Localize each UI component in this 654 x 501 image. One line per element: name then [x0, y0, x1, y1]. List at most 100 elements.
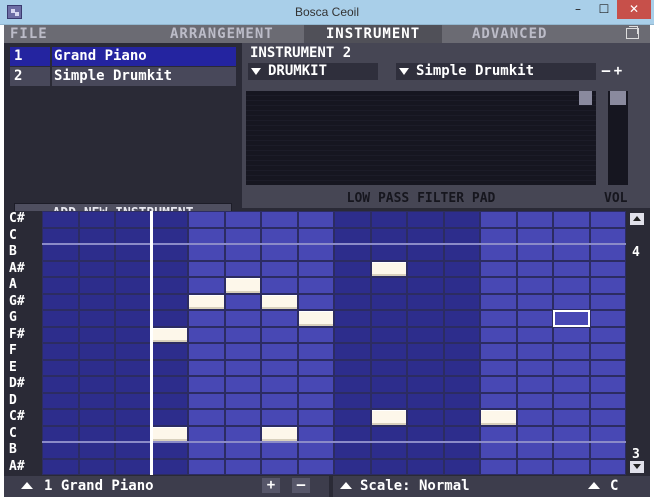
grid-cell[interactable] [517, 294, 552, 309]
grid-cell[interactable] [517, 410, 552, 425]
grid-cell[interactable] [444, 212, 479, 227]
grid-cell[interactable] [590, 459, 625, 474]
note-block[interactable] [152, 426, 187, 441]
grid-cell[interactable] [152, 278, 187, 293]
instrument-type-dropdown[interactable]: DRUMKIT [248, 63, 378, 80]
grid-cell[interactable] [481, 311, 516, 326]
grid-cell[interactable] [116, 426, 151, 441]
menu-instrument[interactable]: INSTRUMENT [304, 25, 442, 43]
grid-cell[interactable] [554, 426, 589, 441]
grid-cell[interactable] [262, 212, 297, 227]
grid-cell[interactable] [590, 278, 625, 293]
grid-cell[interactable] [481, 278, 516, 293]
grid-cell[interactable] [590, 228, 625, 243]
grid-cell[interactable] [43, 443, 78, 458]
grid-cell[interactable] [335, 377, 370, 392]
grid-cell[interactable] [481, 327, 516, 342]
grid-cell[interactable] [189, 327, 224, 342]
grid-cell[interactable] [79, 426, 114, 441]
volume-slider[interactable] [608, 91, 628, 185]
grid-cell[interactable] [152, 443, 187, 458]
grid-cell[interactable] [554, 393, 589, 408]
grid-cell[interactable] [262, 311, 297, 326]
grid-cell[interactable] [554, 212, 589, 227]
grid-cell[interactable] [152, 294, 187, 309]
grid-cell[interactable] [408, 294, 443, 309]
grid-cell[interactable] [298, 360, 333, 375]
grid-cell[interactable] [335, 410, 370, 425]
grid-cell[interactable] [79, 311, 114, 326]
grid-cell[interactable] [371, 344, 406, 359]
grid-cell[interactable] [152, 459, 187, 474]
grid-cell[interactable] [335, 278, 370, 293]
grid-cell[interactable] [517, 212, 552, 227]
grid-cell[interactable] [444, 360, 479, 375]
note-block[interactable] [225, 278, 260, 293]
grid-cell[interactable] [444, 443, 479, 458]
grid-cell[interactable] [371, 393, 406, 408]
grid-cell[interactable] [590, 426, 625, 441]
grid-cell[interactable] [152, 360, 187, 375]
grid-cell[interactable] [116, 228, 151, 243]
grid-cell[interactable] [408, 443, 443, 458]
grid-cell[interactable] [262, 443, 297, 458]
grid-cell[interactable] [481, 459, 516, 474]
grid-cell[interactable] [408, 360, 443, 375]
grid-cell[interactable] [298, 443, 333, 458]
grid-cell[interactable] [262, 278, 297, 293]
grid-cell[interactable] [481, 360, 516, 375]
grid-cell[interactable] [43, 327, 78, 342]
grid-cell[interactable] [262, 344, 297, 359]
grid-cell[interactable] [408, 426, 443, 441]
grid-cell[interactable] [225, 294, 260, 309]
grid-cell[interactable] [116, 459, 151, 474]
grid-cell[interactable] [262, 377, 297, 392]
grid-cell[interactable] [189, 459, 224, 474]
grid-cell[interactable] [444, 278, 479, 293]
pattern-length-decrease-button[interactable]: – [292, 478, 310, 493]
grid-cell[interactable] [116, 344, 151, 359]
grid-cell[interactable] [225, 393, 260, 408]
grid-cell[interactable] [189, 426, 224, 441]
grid-cell[interactable] [371, 294, 406, 309]
grid-cell[interactable] [371, 212, 406, 227]
note-block[interactable] [152, 327, 187, 342]
instrument-item-2[interactable]: 2 Simple Drumkit [10, 67, 236, 86]
grid-cell[interactable] [298, 410, 333, 425]
grid-cell[interactable] [481, 245, 516, 260]
grid-cell[interactable] [189, 393, 224, 408]
grid-cell[interactable] [152, 228, 187, 243]
grid-cell[interactable] [298, 459, 333, 474]
grid-cell[interactable] [590, 294, 625, 309]
grid-cell[interactable] [590, 261, 625, 276]
grid-cell[interactable] [590, 443, 625, 458]
grid-cell[interactable] [79, 410, 114, 425]
grid-cell[interactable] [481, 212, 516, 227]
grid-cell[interactable] [189, 360, 224, 375]
grid-cell[interactable] [590, 344, 625, 359]
grid-cell[interactable] [225, 228, 260, 243]
grid-cell[interactable] [152, 245, 187, 260]
grid-cell[interactable] [517, 344, 552, 359]
note-block[interactable] [481, 410, 516, 425]
grid-cell[interactable] [554, 360, 589, 375]
note-block[interactable] [262, 426, 297, 441]
grid-cell[interactable] [335, 261, 370, 276]
grid-cell[interactable] [116, 377, 151, 392]
grid-cell[interactable] [554, 443, 589, 458]
grid-cell[interactable] [43, 278, 78, 293]
grid-cell[interactable] [79, 393, 114, 408]
grid-cell[interactable] [335, 212, 370, 227]
grid-cell[interactable] [590, 327, 625, 342]
grid-cell[interactable] [43, 377, 78, 392]
grid-cell[interactable] [554, 377, 589, 392]
grid-cell[interactable] [189, 228, 224, 243]
pattern-length-increase-button[interactable]: + [262, 478, 280, 493]
grid-cell[interactable] [554, 294, 589, 309]
next-voice-button[interactable]: + [612, 63, 624, 80]
grid-cell[interactable] [116, 245, 151, 260]
menu-advanced[interactable]: ADVANCED [472, 25, 547, 43]
grid-cell[interactable] [554, 228, 589, 243]
grid-cell[interactable] [43, 245, 78, 260]
grid-cell[interactable] [189, 410, 224, 425]
